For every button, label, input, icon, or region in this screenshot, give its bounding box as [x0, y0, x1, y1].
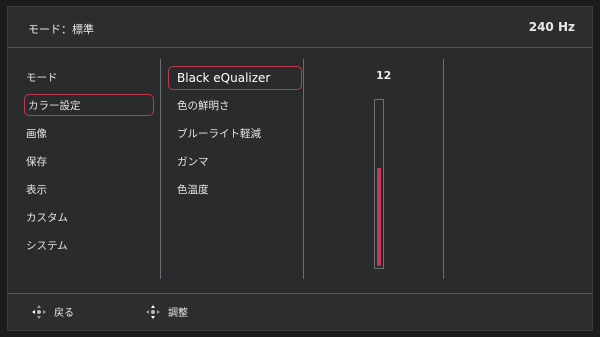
setting-value: 12 — [376, 69, 392, 82]
submenu-item-color-temperature[interactable]: 色温度 — [177, 179, 209, 201]
menu-item-mode[interactable]: モード — [26, 67, 58, 89]
menu-item-display[interactable]: 表示 — [26, 179, 47, 201]
adjust-label: 調整 — [168, 308, 188, 319]
osd-window: モード：標準 240 Hz モード カラー設定 画像 保存 表示 カスタム シス… — [7, 6, 593, 331]
adjust-hint[interactable]: 調整 — [146, 304, 188, 319]
empty-panel — [444, 47, 592, 293]
sub-menu: Black eQualizer 色の鮮明さ ブルーライト軽減 ガンマ 色温度 — [161, 47, 303, 293]
submenu-item-gamma[interactable]: ガンマ — [177, 151, 209, 173]
back-hint[interactable]: 戻る — [32, 304, 74, 319]
menu-item-system[interactable]: システム — [26, 235, 68, 257]
osd-footer: 戻る 調整 — [8, 293, 592, 330]
submenu-item-color-vibrance[interactable]: 色の鮮明さ — [177, 95, 230, 117]
submenu-item-black-equalizer[interactable]: Black eQualizer — [168, 66, 302, 90]
dpad-up-down-icon — [146, 304, 160, 319]
current-mode-label: モード：標準 — [28, 23, 94, 36]
main-menu: モード カラー設定 画像 保存 表示 カスタム システム — [8, 47, 160, 293]
value-panel: 12 — [304, 47, 443, 293]
menu-item-save[interactable]: 保存 — [26, 151, 47, 173]
menu-item-custom[interactable]: カスタム — [26, 207, 68, 229]
submenu-item-low-blue-light[interactable]: ブルーライト軽減 — [177, 123, 261, 145]
back-label: 戻る — [54, 308, 74, 319]
dpad-left-icon — [32, 304, 46, 319]
level-slider-fill — [377, 168, 381, 266]
level-slider[interactable] — [374, 99, 384, 269]
menu-item-picture[interactable]: 画像 — [26, 123, 47, 145]
refresh-rate-label: 240 Hz — [528, 20, 575, 34]
menu-item-color-settings[interactable]: カラー設定 — [24, 94, 154, 116]
osd-header: モード：標準 240 Hz — [8, 7, 592, 48]
